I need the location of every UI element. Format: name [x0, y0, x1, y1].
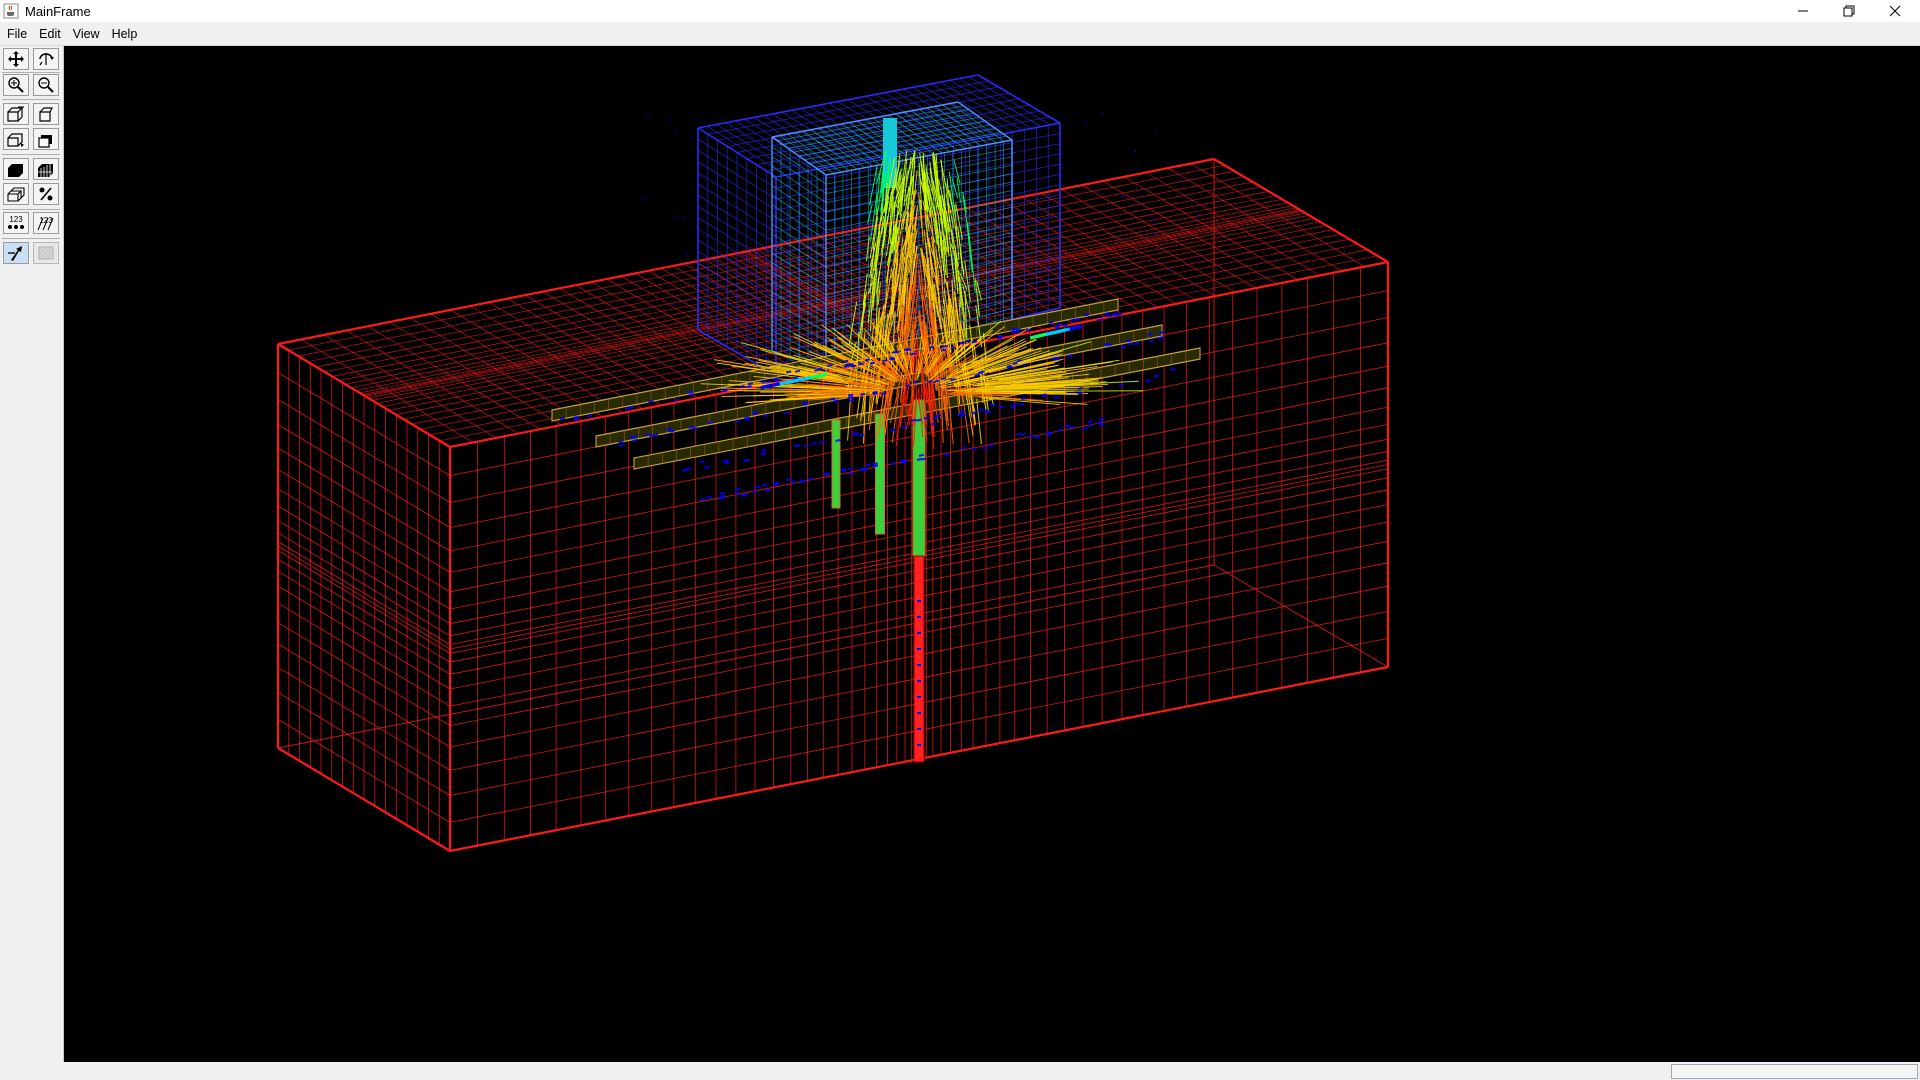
restore-button[interactable] — [1826, 0, 1872, 22]
menu-edit[interactable]: Edit — [34, 27, 66, 41]
svg-text:123: 123 — [9, 215, 23, 224]
status-field — [1671, 1064, 1918, 1079]
layers-view-button[interactable] — [3, 183, 29, 205]
solid-box-icon — [8, 164, 23, 177]
solid-view-button[interactable] — [3, 158, 29, 180]
minimize-icon — [1798, 10, 1808, 12]
percent-icon — [39, 187, 53, 201]
zoom-in-button[interactable] — [3, 74, 29, 96]
restore-icon — [1843, 5, 1855, 17]
view-side-box-icon — [7, 133, 24, 147]
view-front-box-icon — [39, 107, 53, 122]
zoom-out-icon — [38, 77, 54, 93]
menu-view[interactable]: View — [68, 27, 105, 41]
pan-button[interactable] — [3, 48, 29, 70]
rotate-button[interactable] — [33, 48, 59, 70]
status-bar — [0, 1062, 1920, 1080]
view-iso-button[interactable] — [3, 103, 29, 125]
view-back-button[interactable] — [33, 128, 59, 150]
node-numbers-button[interactable]: 123 — [3, 212, 29, 234]
select-pointer-icon — [8, 246, 22, 261]
element-numbers-button[interactable]: 123 — [33, 212, 59, 234]
mesh-box-icon — [38, 164, 53, 177]
window-title: MainFrame — [25, 3, 91, 19]
java-coffee-cup-icon — [3, 3, 19, 19]
node-numbers-icon: 123 — [8, 215, 24, 229]
zoom-in-icon — [8, 77, 24, 93]
view-front-button[interactable] — [33, 103, 59, 125]
title-bar[interactable]: MainFrame — [0, 0, 1920, 22]
pan-arrows-icon — [8, 51, 24, 67]
percent-button[interactable] — [33, 183, 59, 205]
close-icon — [1889, 5, 1901, 17]
menu-help[interactable]: Help — [107, 27, 143, 41]
menu-file[interactable]: File — [2, 27, 32, 41]
mesh-view-button[interactable] — [33, 158, 59, 180]
menu-bar: File Edit View Help — [0, 22, 1920, 46]
tool-palette: 123 123 — [0, 46, 64, 1062]
close-button[interactable] — [1872, 0, 1918, 22]
hatch-icon — [38, 246, 54, 260]
fem-mesh-scene — [276, 74, 1390, 853]
element-numbers-icon: 123 — [37, 216, 54, 231]
rotate-view-icon — [39, 53, 54, 66]
view-side-button[interactable] — [3, 128, 29, 150]
select-pointer-button[interactable] — [3, 242, 29, 264]
view-iso-box-icon — [7, 106, 24, 122]
view-back-box-icon — [38, 135, 52, 148]
3d-viewport[interactable] — [64, 46, 1920, 1062]
minimize-button[interactable] — [1780, 0, 1826, 22]
piles — [831, 399, 926, 763]
layers-box-icon — [7, 187, 25, 202]
zoom-out-button[interactable] — [33, 74, 59, 96]
hatch-button[interactable] — [33, 242, 59, 264]
